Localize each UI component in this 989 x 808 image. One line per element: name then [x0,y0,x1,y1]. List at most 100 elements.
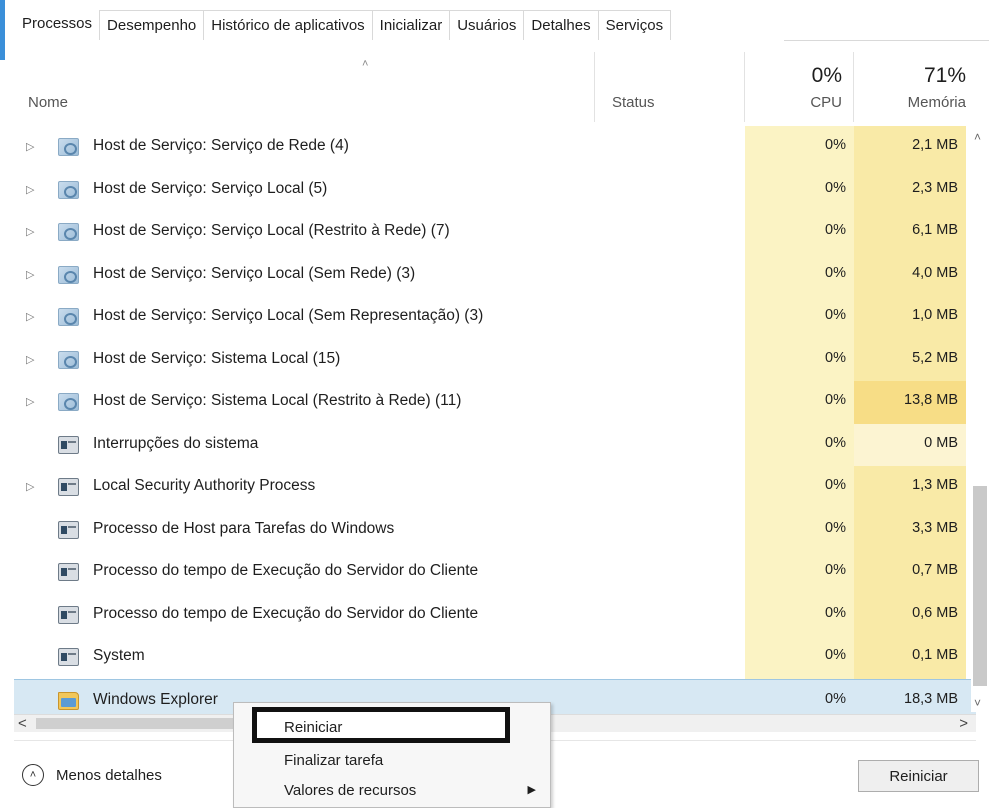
scroll-down-icon[interactable]: ˅ [974,696,981,710]
table-row[interactable]: ▷ Host de Serviço: Serviço Local (Sem Red… [14,253,976,296]
memory-cell: 0,7 MB [854,551,966,594]
column-header-status[interactable]: Status [612,94,655,111]
table-row[interactable]: Processo do tempo de Execução do Servido… [14,593,976,636]
fewer-details-link[interactable]: ˄ Menos detalhes [22,764,162,786]
memory-value: 1,3 MB [912,477,958,493]
memory-value: 2,3 MB [912,179,958,196]
gear-icon [58,350,79,369]
process-name: Host de Serviço: Sistema Local (Restrito… [93,392,462,409]
table-row[interactable]: ▷ Host de Serviço: Serviço Local (Sem Rep… [14,296,976,339]
tab-desempenho[interactable]: Desempenho [99,10,205,40]
process-name: Interrupções do sistema [93,434,259,452]
expand-icon[interactable]: ▷ [26,353,34,366]
cpu-value: 0% [825,349,846,366]
cpu-cell: 0% [745,381,854,424]
window-icon [58,520,79,539]
expand-icon[interactable]: ▷ [26,140,34,153]
table-row[interactable]: System 0% 0,1 MB [14,636,976,679]
cpu-total-percent: 0% [811,64,842,87]
window-icon [58,478,79,496]
submenu-arrow-icon: ▶ [527,784,536,796]
tab-inicializar[interactable]: Inicializar [371,10,451,40]
column-divider[interactable] [853,52,854,122]
cpu-cell: 0% [745,296,854,339]
scroll-left-icon[interactable]: < [18,715,27,732]
cpu-value: 0% [825,562,846,578]
table-row[interactable]: ▷ Host de Serviço: Serviço Local (Restrit… [14,211,976,254]
gear-icon [58,138,79,156]
chevron-up-circle-icon[interactable]: ˄ [22,764,44,786]
memory-total-percent: 71% [923,64,966,87]
cpu-value: 0% [825,434,846,451]
tab-historico-de-aplicativos[interactable]: Histórico de aplicativos [203,10,373,40]
table-row[interactable]: Processo de Host para Tarefas do Windows… [14,508,976,551]
tab-detalhes[interactable]: Detalhes [523,10,599,40]
scroll-right-icon[interactable]: > [959,715,968,732]
gear-icon [58,265,79,284]
fewer-details-label[interactable]: Menos detalhes [56,767,162,784]
tab-usuarios[interactable]: Usuários [449,10,525,40]
cpu-value: 0% [825,307,846,323]
menu-item-label: Finalizar tarefa [284,752,384,769]
memory-cell: 2,3 MB [854,168,966,211]
memory-cell: 1,3 MB [854,466,966,509]
column-divider[interactable] [594,52,595,122]
cpu-value: 0% [825,519,846,536]
table-row[interactable]: Interrupções do sistema 0% 0 MB [14,423,976,466]
memory-cell: 0 MB [854,423,966,466]
expand-icon[interactable]: ▷ [26,268,34,281]
process-name: Processo do tempo de Execução do Servido… [93,604,479,622]
memory-cell: 1,0 MB [854,296,966,339]
memory-cell: 4,0 MB [854,253,966,296]
memory-value: 18,3 MB [904,690,958,707]
cpu-cell: 0% [745,636,854,679]
table-row[interactable]: ▷ Local Security Authority Process 0% 1,3 M… [14,466,976,509]
memory-value: 0,7 MB [912,562,958,578]
cpu-value: 0% [825,392,846,408]
table-row[interactable]: ▷ Host de Serviço: Sistema Local (15) 0% 5,… [14,338,976,381]
cpu-value: 0% [825,179,846,196]
cpu-value: 0% [825,690,846,707]
menu-item-reiniciar[interactable]: Reiniciar [252,707,510,743]
menu-item-valores-de-recursos[interactable]: Valores de recursos ▶ [234,777,550,805]
tab-bar-line [784,40,989,41]
table-row[interactable]: ▷ Host de Serviço: Serviço Local (5) 0% 2,3… [14,168,976,211]
memory-value: 0,1 MB [912,647,958,663]
table-row[interactable]: Processo do tempo de Execução do Servido… [14,551,976,594]
cpu-value: 0% [825,264,846,281]
expand-icon[interactable]: ▷ [26,225,34,238]
memory-value: 0,6 MB [912,604,958,621]
window-accent-bar [0,0,5,60]
process-name: Host de Serviço: Serviço Local (5) [93,179,328,197]
expand-icon[interactable]: ▷ [26,480,34,493]
column-header: ˄ Nome Status 0% CPU 71% Memória [14,52,976,122]
memory-value: 6,1 MB [912,222,958,238]
horizontal-scroll-thumb[interactable] [36,718,246,729]
expand-icon[interactable]: ▷ [26,183,34,196]
table-row[interactable]: ▷ Host de Serviço: Serviço de Rede (4) 0% 2… [14,126,976,169]
window-icon [58,605,79,624]
expand-icon[interactable]: ▷ [26,395,34,408]
process-name: Host de Serviço: Serviço de Rede (4) [93,137,349,154]
cpu-value: 0% [825,604,846,621]
gear-icon [58,180,79,199]
restart-button[interactable]: Reiniciar [858,760,979,792]
menu-item-finalizar-tarefa[interactable]: Finalizar tarefa [234,747,550,775]
sort-arrow-icon[interactable]: ˄ [362,58,368,70]
tab-processos[interactable]: Processos [14,10,101,40]
column-header-cpu[interactable]: CPU [742,94,842,111]
column-divider[interactable] [744,52,745,122]
expand-icon[interactable]: ▷ [26,310,34,323]
process-name: Local Security Authority Process [93,477,316,494]
memory-cell: 2,1 MB [854,126,966,169]
vertical-scrollbar[interactable]: ˄ ˅ [971,126,989,712]
table-row[interactable]: ▷ Host de Serviço: Sistema Local (Restrit… [14,381,976,424]
cpu-cell: 0% [745,551,854,594]
scroll-up-icon[interactable]: ˄ [974,130,981,144]
window-icon [58,435,79,454]
tab-servicos[interactable]: Serviços [597,10,672,40]
process-name: Host de Serviço: Sistema Local (15) [93,349,341,367]
column-header-name[interactable]: Nome [28,94,68,111]
column-header-memory[interactable]: Memória [854,94,966,111]
vertical-scroll-thumb[interactable] [973,486,987,686]
